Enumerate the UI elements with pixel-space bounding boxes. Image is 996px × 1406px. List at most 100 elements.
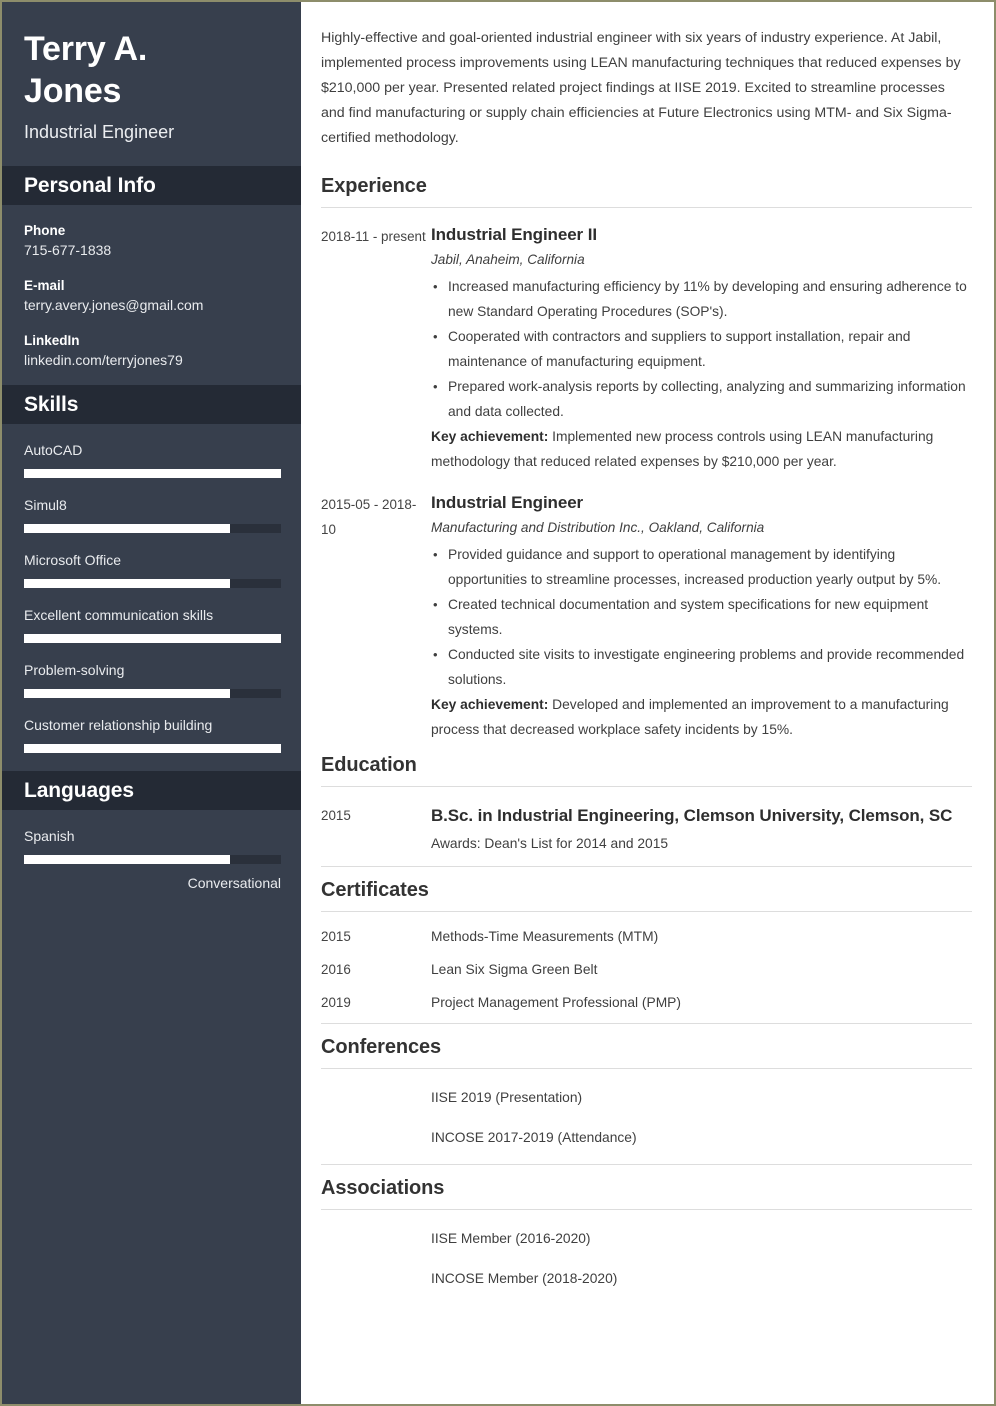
- conference-entries: IISE 2019 (Presentation) INCOSE 2017-2019…: [321, 1083, 972, 1148]
- skill-level-fill: [24, 634, 281, 643]
- professional-summary: Highly-effective and goal-oriented indus…: [321, 30, 961, 146]
- skill-item: Problem-solving: [24, 660, 281, 698]
- experience-entry: 2018-11 - present Industrial Engineer II J…: [321, 222, 972, 474]
- candidate-name: Terry A. Jones: [24, 30, 148, 110]
- skill-level-bar: [24, 855, 281, 864]
- section-divider: [321, 786, 972, 787]
- section-title-skills: Skills: [24, 393, 79, 416]
- skill-level-fill: [24, 524, 230, 533]
- responsibility-item: Created technical documentation and syst…: [431, 592, 972, 642]
- entry-date: 2019: [321, 995, 351, 1010]
- certificate-entry: 2015 Methods-Time Measurements (MTM): [321, 926, 972, 947]
- conference-entry: IISE 2019 (Presentation): [321, 1087, 972, 1108]
- section-title-education: Education: [321, 754, 417, 776]
- section-title-associations: Associations: [321, 1177, 445, 1199]
- section-divider: [321, 911, 972, 912]
- entry-body: Industrial Engineer II Jabil, Anaheim, Ca…: [431, 222, 972, 474]
- sidebar-header: Terry A. Jones Industrial Engineer: [2, 2, 301, 166]
- skill-label: Excellent communication skills: [24, 607, 214, 623]
- entry-date: 2018-11 - present: [321, 229, 426, 244]
- key-achievement: Key achievement: Developed and implement…: [431, 697, 949, 737]
- responsibility-item: Conducted site visits to investigate eng…: [431, 642, 972, 692]
- entry-date: 2015: [321, 929, 351, 944]
- main-content: Highly-effective and goal-oriented indus…: [301, 2, 994, 1404]
- language-item: Spanish Conversational: [24, 826, 281, 893]
- skill-level-fill: [24, 469, 281, 478]
- skill-level-fill: [24, 744, 281, 753]
- job-title: Industrial Engineer II: [431, 225, 597, 244]
- skill-level-fill: [24, 855, 230, 864]
- association-entry: IISE Member (2016-2020): [321, 1228, 972, 1249]
- personal-info-body: Phone 715-677-1838 E-mail terry.avery.jones…: [2, 205, 301, 385]
- key-achievement-label: Key achievement:: [431, 429, 549, 444]
- degree-title: B.Sc. in Industrial Engineering, Clemson…: [431, 806, 953, 825]
- certificate-entry: 2016 Lean Six Sigma Green Belt: [321, 959, 972, 980]
- section-conferences: Conferences IISE 2019 (Presentation) INCO…: [321, 1023, 972, 1148]
- responsibility-list: Provided guidance and support to operati…: [431, 542, 972, 692]
- contact-item: E-mail terry.avery.jones@gmail.com: [24, 276, 279, 316]
- skills-body: AutoCAD Simul8 Microsoft Office Excellent c…: [2, 424, 301, 771]
- contact-value[interactable]: linkedin.com/terryjones79: [24, 350, 279, 371]
- entry-text: Project Management Professional (PMP): [431, 995, 681, 1010]
- resume-page: Terry A. Jones Industrial Engineer Perso…: [0, 0, 996, 1406]
- entry-text: Methods-Time Measurements (MTM): [431, 929, 659, 944]
- section-header-personal-info: Personal Info: [2, 166, 301, 205]
- section-education: Education 2015 B.Sc. in Industrial Engine…: [321, 752, 972, 856]
- entry-text: IISE 2019 (Presentation): [431, 1090, 583, 1105]
- skill-label: AutoCAD: [24, 442, 83, 458]
- education-entry: 2015 B.Sc. in Industrial Engineering, Cle…: [321, 801, 972, 856]
- languages-body: Spanish Conversational: [2, 810, 301, 911]
- education-note: Awards: Dean's List for 2014 and 2015: [431, 836, 669, 851]
- skill-item: Microsoft Office: [24, 550, 281, 588]
- certificate-entries: 2015 Methods-Time Measurements (MTM) 2016 L…: [321, 926, 972, 1013]
- entry-text: INCOSE 2017-2019 (Attendance): [431, 1130, 637, 1145]
- company-location: Jabil, Anaheim, California: [431, 252, 585, 267]
- association-entry: INCOSE Member (2018-2020): [321, 1268, 972, 1289]
- skill-level-bar: [24, 744, 281, 753]
- skill-label: Spanish: [24, 828, 75, 844]
- section-certificates: Certificates 2015 Methods-Time Measuremen…: [321, 866, 972, 1013]
- sidebar: Terry A. Jones Industrial Engineer Perso…: [2, 2, 301, 1404]
- skill-item: Customer relationship building: [24, 715, 281, 753]
- language-proficiency: Conversational: [187, 875, 281, 891]
- skill-level-bar: [24, 524, 281, 533]
- entry-text: INCOSE Member (2018-2020): [431, 1271, 618, 1286]
- skill-level-bar: [24, 634, 281, 643]
- entry-date: [321, 1127, 431, 1148]
- experience-entries: 2018-11 - present Industrial Engineer II J…: [321, 222, 972, 742]
- company-location: Manufacturing and Distribution Inc., Oak…: [431, 520, 765, 535]
- contact-label: E-mail: [24, 278, 65, 293]
- skill-label: Microsoft Office: [24, 552, 121, 568]
- responsibility-item: Cooperated with contractors and supplier…: [431, 324, 972, 374]
- key-achievement: Key achievement: Implemented new process…: [431, 429, 934, 469]
- job-title: Industrial Engineer: [431, 493, 584, 512]
- entry-date: [321, 1268, 431, 1289]
- section-title-certificates: Certificates: [321, 879, 429, 901]
- entry-body: Industrial Engineer Manufacturing and Dis…: [431, 490, 972, 742]
- experience-entry: 2015-05 - 2018-10 Industrial Engineer Manu…: [321, 490, 972, 742]
- entry-date: [321, 1087, 431, 1108]
- contact-value[interactable]: 715-677-1838: [24, 240, 279, 261]
- skill-item: Excellent communication skills: [24, 605, 281, 643]
- section-experience: Experience 2018-11 - present Industrial E…: [321, 173, 972, 742]
- resume-document: Terry A. Jones Industrial Engineer Perso…: [2, 2, 994, 1404]
- skill-level-bar: [24, 689, 281, 698]
- key-achievement-label: Key achievement:: [431, 697, 549, 712]
- association-entries: IISE Member (2016-2020) INCOSE Member (20…: [321, 1224, 972, 1289]
- entry-text: IISE Member (2016-2020): [431, 1231, 591, 1246]
- contact-item: LinkedIn linkedin.com/terryjones79: [24, 331, 279, 371]
- responsibility-item: Prepared work-analysis reports by collec…: [431, 374, 972, 424]
- entry-date: [321, 1228, 431, 1249]
- section-divider: [321, 1068, 972, 1069]
- contact-item: Phone 715-677-1838: [24, 221, 279, 261]
- skill-label: Problem-solving: [24, 662, 125, 678]
- section-header-languages: Languages: [2, 771, 301, 810]
- entry-body: B.Sc. in Industrial Engineering, Clemson…: [431, 801, 972, 856]
- entry-text: Lean Six Sigma Green Belt: [431, 962, 598, 977]
- responsibility-item: Provided guidance and support to operati…: [431, 542, 972, 592]
- contact-label: LinkedIn: [24, 333, 80, 348]
- section-divider: [321, 207, 972, 208]
- contact-value[interactable]: terry.avery.jones@gmail.com: [24, 295, 279, 316]
- section-title-experience: Experience: [321, 175, 427, 197]
- education-entries: 2015 B.Sc. in Industrial Engineering, Cle…: [321, 801, 972, 856]
